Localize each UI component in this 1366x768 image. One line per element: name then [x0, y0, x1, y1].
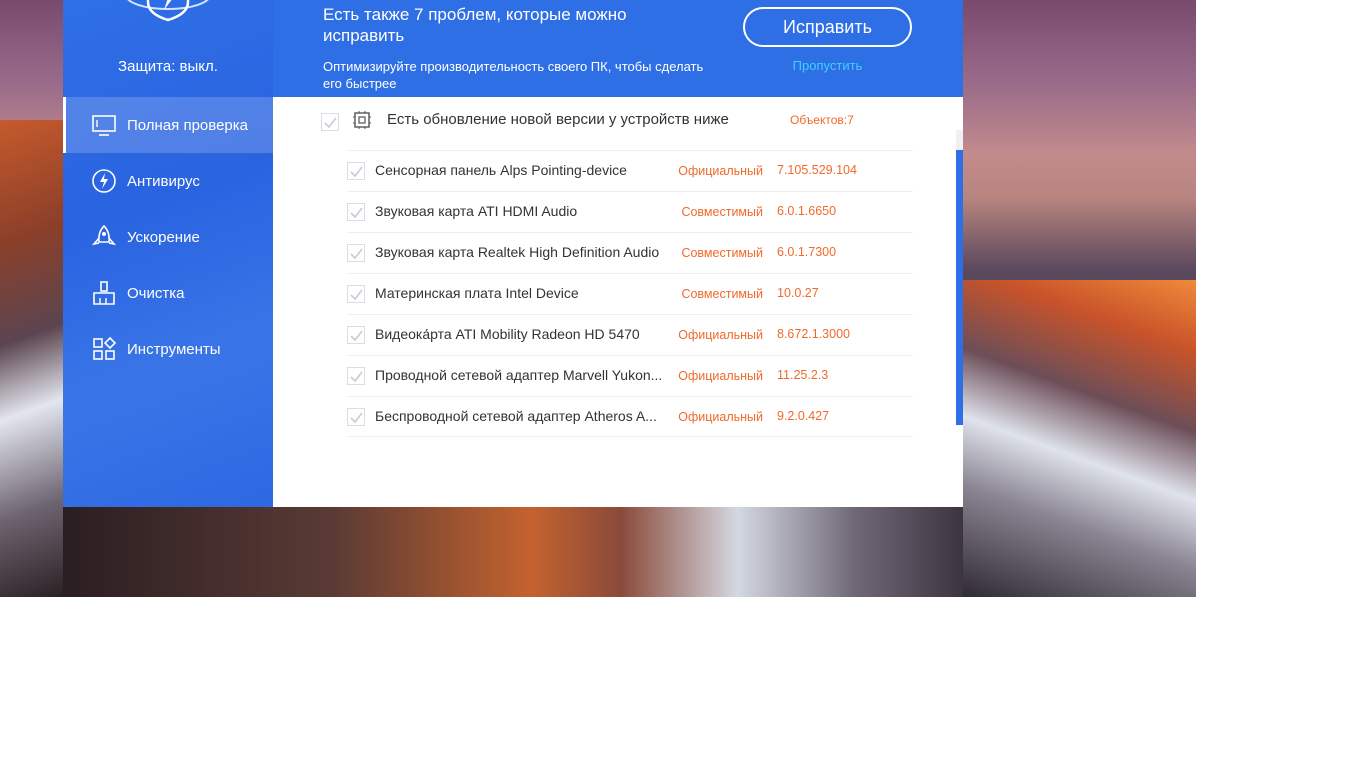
driver-status: Официальный: [678, 164, 763, 178]
banner-subtitle: Оптимизируйте производительность своего …: [323, 59, 704, 91]
chip-icon: [353, 111, 371, 129]
fix-button[interactable]: Исправить: [743, 7, 912, 47]
group-title: Есть обновление новой версии у устройств…: [387, 111, 729, 128]
shield-bolt-icon: [127, 0, 209, 22]
driver-row[interactable]: Сенсорная панель Alps Pointing-device Оф…: [347, 150, 913, 191]
driver-name: Видеока́рта ATI Mobility Radeon HD 5470: [375, 326, 640, 342]
driver-name: Звуковая карта Realtek High Definition A…: [375, 244, 660, 260]
wallpaper-mountain-bottom: [63, 507, 963, 597]
checkmark-icon: [350, 207, 363, 219]
driver-row[interactable]: Проводной сетевой адаптер Marvell Yukon.…: [347, 355, 913, 396]
checkmark-icon: [324, 117, 337, 129]
driver-status: Совместимый: [681, 246, 763, 260]
group-checkbox[interactable]: [321, 113, 339, 131]
driver-status: Совместимый: [681, 205, 763, 219]
driver-row[interactable]: Материнская плата Intel Device Совместим…: [347, 273, 913, 314]
driver-name: Материнская плата Intel Device: [375, 285, 579, 301]
checkmark-icon: [350, 371, 363, 383]
sidebar-item-label: Антивирус: [127, 172, 200, 190]
driver-name: Беспроводной сетевой адаптер Atheros A..…: [375, 408, 657, 424]
sidebar-item-antivirus[interactable]: Антивирус: [63, 153, 273, 209]
sidebar-item-label: Полная проверка: [127, 116, 248, 134]
bolt-circle-icon: [92, 169, 116, 193]
driver-version: 10.0.27: [777, 286, 819, 300]
driver-name: Сенсорная панель Alps Pointing-device: [375, 162, 627, 178]
driver-checkbox[interactable]: [347, 162, 365, 180]
checkmark-icon: [350, 166, 363, 178]
driver-name: Проводной сетевой адаптер Marvell Yukon.…: [375, 367, 663, 383]
driver-status: Официальный: [678, 369, 763, 383]
banner-title: Есть также 7 проблем, которые можно испр…: [323, 5, 627, 45]
sidebar-item-label: Очистка: [127, 284, 185, 302]
driver-checkbox[interactable]: [347, 244, 365, 262]
monitor-icon: [92, 115, 116, 136]
driver-checkbox[interactable]: [347, 408, 365, 426]
rocket-icon: [91, 224, 117, 246]
driver-version: 6.0.1.6650: [777, 204, 837, 218]
driver-checkbox[interactable]: [347, 203, 365, 221]
driver-checkbox[interactable]: [347, 285, 365, 303]
driver-version: 9.2.0.427: [777, 409, 830, 423]
driver-name: Звуковая карта ATI HDMI Audio: [375, 203, 578, 219]
driver-status: Официальный: [678, 328, 763, 342]
group-count: Объектов:7: [790, 113, 854, 127]
driver-version: 11.25.2.3: [777, 368, 829, 382]
driver-group-header: Есть обновление новой версии у устройств…: [321, 109, 921, 137]
app-window: Защита: выкл. Полная проверка Антивирус …: [63, 0, 963, 507]
protection-status: Защита: выкл.: [118, 58, 218, 75]
driver-checkbox[interactable]: [347, 367, 365, 385]
driver-status: Официальный: [678, 410, 763, 424]
driver-row[interactable]: Видеока́рта ATI Mobility Radeon HD 5470 …: [347, 314, 913, 355]
sidebar-item-label: Ускорение: [127, 228, 200, 246]
sidebar-item-label: Инструменты: [127, 340, 221, 358]
wallpaper-mountain-left: [0, 120, 70, 597]
driver-version: 6.0.1.7300: [777, 245, 837, 259]
sidebar-nav: Полная проверка Антивирус Ускорение Очис…: [63, 97, 273, 377]
results-banner: Есть также 7 проблем, которые можно испр…: [273, 0, 963, 97]
checkmark-icon: [350, 412, 363, 424]
driver-checkbox[interactable]: [347, 326, 365, 344]
sidebar-item-full-scan[interactable]: Полная проверка: [63, 97, 273, 153]
driver-rows: Сенсорная панель Alps Pointing-device Оф…: [347, 150, 913, 437]
sidebar-item-speedup[interactable]: Ускорение: [63, 209, 273, 265]
driver-version: 8.672.1.3000: [777, 327, 850, 341]
driver-row[interactable]: Беспроводной сетевой адаптер Atheros A..…: [347, 396, 913, 437]
skip-link[interactable]: Пропустить: [743, 58, 912, 73]
wallpaper-mountain-right: [963, 280, 1196, 597]
driver-list-panel: Есть обновление новой версии у устройств…: [273, 97, 963, 507]
sidebar: Защита: выкл. Полная проверка Антивирус …: [63, 0, 273, 507]
driver-row[interactable]: Звуковая карта ATI HDMI Audio Совместимы…: [347, 191, 913, 232]
scrollbar-thumb[interactable]: [956, 150, 963, 425]
broom-icon: [93, 281, 115, 305]
driver-version: 7.105.529.104: [777, 163, 857, 177]
checkmark-icon: [350, 289, 363, 301]
checkmark-icon: [350, 248, 363, 260]
sidebar-item-tools[interactable]: Инструменты: [63, 321, 273, 377]
driver-row[interactable]: Звуковая карта Realtek High Definition A…: [347, 232, 913, 273]
driver-status: Совместимый: [681, 287, 763, 301]
sidebar-item-cleanup[interactable]: Очистка: [63, 265, 273, 321]
checkmark-icon: [350, 330, 363, 342]
grid-tools-icon: [93, 336, 117, 360]
